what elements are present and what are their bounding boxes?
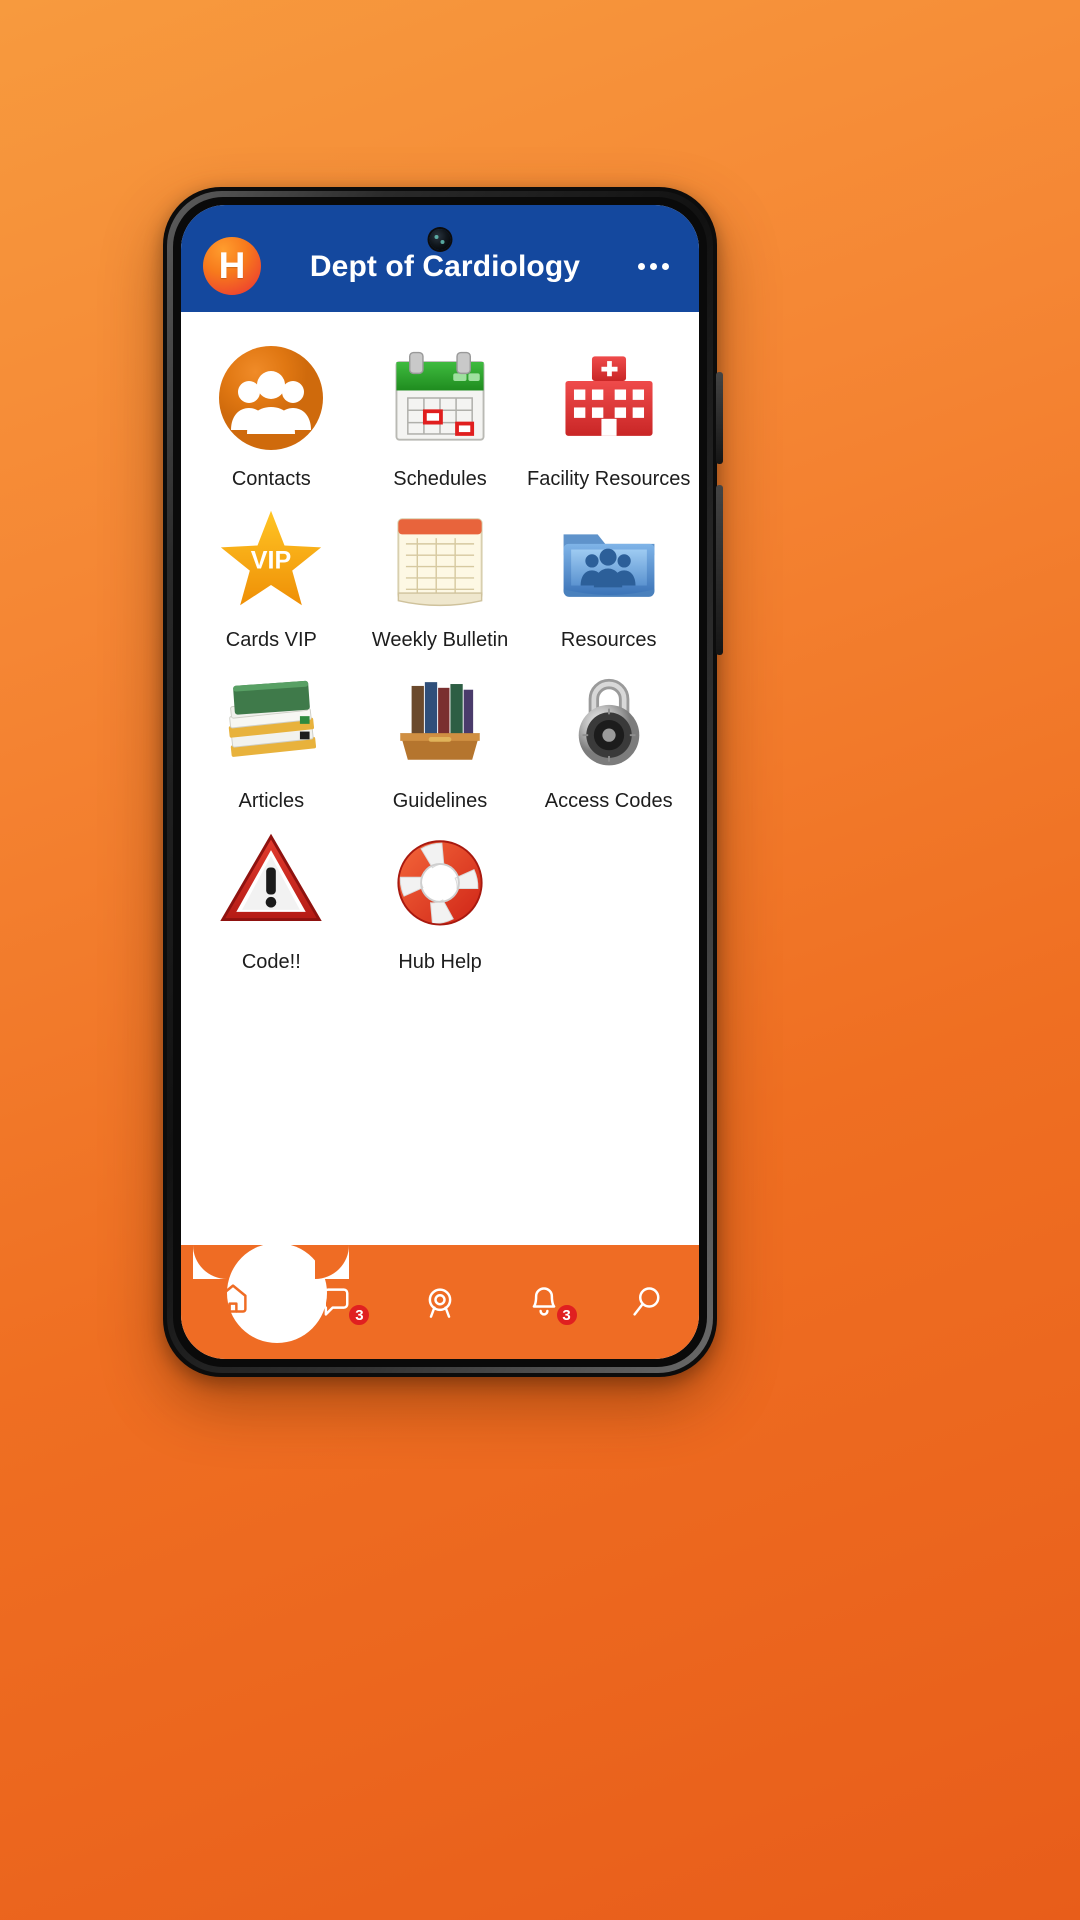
- search-icon: [624, 1279, 670, 1325]
- page-title: Dept of Cardiology: [309, 249, 581, 283]
- bottom-navigation-bar: 3 3: [181, 1243, 699, 1359]
- app-logo[interactable]: H: [203, 236, 261, 295]
- tile-schedules[interactable]: Schedules: [356, 334, 525, 495]
- tile-label: Facility Resources: [526, 468, 691, 490]
- tile-cards-vip[interactable]: VIP Cards VIP: [187, 495, 356, 656]
- home-icon: [210, 1275, 256, 1321]
- grid-row: Code!! Hub Help: [187, 817, 693, 978]
- dot-icon: [661, 263, 669, 270]
- phone-frame: H Dept of Cardiology Contacts Schedules …: [163, 187, 723, 1377]
- dot-icon: [649, 263, 657, 270]
- tile-label: Code!!: [241, 951, 301, 973]
- book-box-icon: [384, 664, 496, 776]
- tile-facility-resources[interactable]: Facility Resources: [524, 334, 693, 495]
- grid-row: VIP Cards VIP Weekly Bulletin Resources: [187, 495, 693, 656]
- padlock-icon: [553, 664, 665, 776]
- nav-badge-notifications: 3: [554, 1303, 579, 1327]
- svg-text:VIP: VIP: [251, 547, 291, 575]
- bulletin-pad-icon: [384, 503, 496, 615]
- warning-triangle-icon: [215, 825, 327, 937]
- chat-bubble-icon: 3: [313, 1279, 372, 1327]
- tile-label: Contacts: [231, 468, 311, 490]
- nav-item-notifications[interactable]: 3: [492, 1245, 596, 1359]
- more-menu-button[interactable]: [629, 245, 677, 289]
- tile-guidelines[interactable]: Guidelines: [356, 656, 525, 817]
- tile-resources[interactable]: Resources: [524, 495, 693, 656]
- tile-label: Weekly Bulletin: [371, 629, 509, 651]
- nav-item-discover[interactable]: [388, 1245, 492, 1359]
- stacked-papers-icon: [215, 664, 327, 776]
- nav-item-search[interactable]: [595, 1245, 699, 1359]
- bell-icon: 3: [521, 1279, 579, 1327]
- tile-label: Guidelines: [392, 790, 488, 812]
- nav-items: 3 3: [181, 1245, 699, 1359]
- grid-row: Contacts Schedules Facility Resources: [187, 334, 693, 495]
- hospital-icon: [553, 342, 665, 454]
- tile-empty: [524, 817, 693, 978]
- tile-contacts[interactable]: Contacts: [187, 334, 356, 495]
- tile-label: Articles: [238, 790, 305, 812]
- nav-badge-messages: 3: [347, 1303, 372, 1327]
- vip-star-icon: VIP: [215, 503, 327, 615]
- dot-icon: [637, 263, 645, 270]
- tile-label: Access Codes: [544, 790, 673, 812]
- tile-label: Hub Help: [398, 951, 482, 973]
- target-icon: [417, 1279, 463, 1325]
- calendar-icon: [384, 342, 496, 454]
- grid-row: Articles Guidelines Access Codes: [187, 656, 693, 817]
- nav-item-home[interactable]: [181, 1245, 285, 1359]
- icon-grid: Contacts Schedules Facility Resources VI…: [181, 312, 699, 1245]
- lifebuoy-icon: [384, 825, 496, 937]
- tile-code[interactable]: Code!!: [187, 817, 356, 978]
- nav-item-messages[interactable]: 3: [285, 1245, 389, 1359]
- app-header: H Dept of Cardiology: [181, 205, 699, 312]
- phone-volume-button[interactable]: [716, 372, 723, 464]
- tile-label: Schedules: [393, 468, 487, 490]
- tile-access-codes[interactable]: Access Codes: [524, 656, 693, 817]
- tile-weekly-bulletin[interactable]: Weekly Bulletin: [356, 495, 525, 656]
- folder-people-icon: [553, 503, 665, 615]
- tile-label: Resources: [560, 629, 657, 651]
- tile-hub-help[interactable]: Hub Help: [356, 817, 525, 978]
- tile-articles[interactable]: Articles: [187, 656, 356, 817]
- tile-label: Cards VIP: [225, 629, 317, 651]
- phone-screen: H Dept of Cardiology Contacts Schedules …: [181, 205, 699, 1359]
- front-camera-icon: [429, 229, 451, 250]
- phone-power-button[interactable]: [716, 485, 723, 655]
- people-circle-icon: [215, 342, 327, 454]
